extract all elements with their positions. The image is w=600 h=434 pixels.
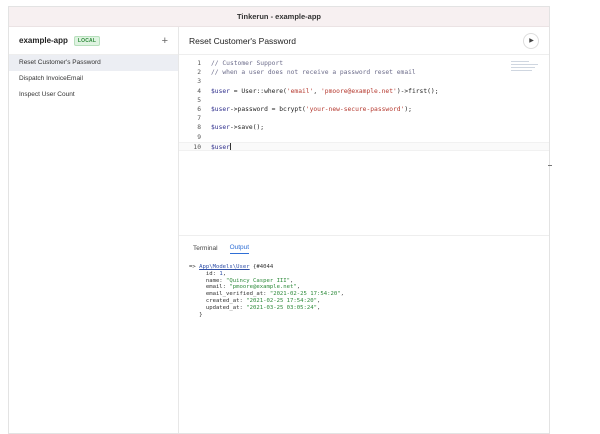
output-token: => — [189, 264, 200, 270]
snippet-title: Reset Customer's Password — [189, 35, 296, 46]
output-token: "pmoore@example.net" — [229, 284, 297, 291]
main-header: Reset Customer's Password ▶ — [179, 27, 549, 55]
sidebar-header: example-app LOCAL + — [9, 27, 178, 55]
output-token: , — [317, 304, 321, 311]
output-tabs: Terminal Output — [179, 236, 549, 254]
code-text: $user — [201, 143, 231, 151]
output-token[interactable]: App\Models\User — [199, 264, 250, 270]
output-line: created_at: "2021-02-25 17:54:20", — [189, 298, 549, 305]
minimap[interactable] — [511, 61, 541, 75]
code-editor[interactable]: 1 // Customer Support 2 // when a user does… — [179, 55, 552, 235]
output-line: email_verified_at: "2021-02-25 17:54:20"… — [189, 291, 549, 298]
code-line[interactable]: 7 — [179, 114, 549, 123]
code-token: = User::where( — [229, 87, 287, 95]
output-content: => App\Models\User {#4044 id: 1, name: "… — [179, 254, 549, 318]
code-line[interactable]: 9 — [179, 133, 549, 142]
app-window: Tinkerun - example-app example-app LOCAL… — [8, 6, 552, 434]
code-token: // when a user does not receive a passwo… — [211, 69, 416, 77]
line-number: 6 — [197, 105, 201, 113]
output-token: updated_at: — [189, 304, 247, 311]
add-snippet-button[interactable]: + — [162, 35, 168, 47]
output-token: email_verified_at: — [189, 291, 270, 298]
output-line: updated_at: "2021-03-25 03:05:24", — [189, 305, 549, 312]
code-token: 'pmoore@example.net' — [320, 87, 397, 95]
output-token: "2021-03-25 03:05:24" — [246, 304, 317, 311]
output-line: email: "pmoore@example.net", — [189, 284, 549, 291]
code-token: $user — [211, 105, 230, 113]
window-title: Tinkerun - example-app — [9, 7, 549, 27]
run-button[interactable]: ▶ — [523, 32, 539, 49]
code-text: $user->save(); — [201, 123, 264, 132]
code-line[interactable]: 4 $user = User::where('email', 'pmoore@ex… — [179, 87, 549, 96]
code-text: $user->password = bcrypt('your-new-secur… — [201, 105, 412, 114]
code-text: // when a user does not receive a passwo… — [201, 68, 416, 77]
code-line[interactable]: 3 — [179, 77, 549, 86]
code-token: ->password = bcrypt( — [229, 105, 306, 113]
text-cursor — [229, 143, 231, 151]
line-number: 5 — [197, 96, 201, 104]
play-icon: ▶ — [529, 38, 534, 44]
code-text: // Customer Support — [201, 59, 283, 68]
output-token: "Quincy Casper III" — [226, 277, 291, 284]
line-number: 1 — [197, 60, 201, 67]
output-line: => App\Models\User {#4044 — [189, 264, 549, 271]
code-line[interactable]: 5 — [179, 96, 549, 105]
line-number: 8 — [197, 124, 201, 132]
output-token: {#4044 — [249, 264, 274, 270]
code-token: ); — [404, 105, 412, 113]
tab-terminal[interactable]: Terminal — [193, 245, 218, 254]
sidebar-item-dispatch-invoice-email[interactable]: Dispatch InvoiceEmail — [9, 71, 178, 87]
line-number: 2 — [197, 69, 201, 77]
line-number: 4 — [197, 87, 201, 95]
line-number: 7 — [197, 115, 201, 123]
scrollbar-marker — [548, 165, 552, 166]
environment-badge: LOCAL — [73, 35, 101, 46]
code-text: $user = User::where('email', 'pmoore@exa… — [201, 87, 439, 96]
app-name: example-app — [19, 36, 68, 45]
code-token: $user — [211, 124, 230, 132]
output-token: "2021-02-25 17:54:20" — [269, 291, 341, 298]
code-line[interactable]: 1 // Customer Support — [179, 59, 549, 68]
output-token: name: — [189, 277, 227, 284]
tab-output[interactable]: Output — [229, 244, 250, 254]
output-token: id: — [189, 270, 220, 277]
output-line: id: 1, — [189, 271, 549, 278]
output-token: , — [296, 284, 301, 291]
sidebar-item-inspect-user-count[interactable]: Inspect User Count — [9, 87, 178, 103]
output-line: name: "Quincy Casper III", — [189, 278, 549, 285]
sidebar-item-reset-password[interactable]: Reset Customer's Password — [9, 55, 178, 71]
sidebar: example-app LOCAL + Reset Customer's Pas… — [9, 27, 179, 433]
code-token: , — [313, 87, 321, 95]
line-number: 10 — [193, 143, 201, 151]
line-number: 9 — [197, 133, 201, 141]
code-token: )->first(); — [396, 87, 439, 95]
output-token: , — [340, 291, 344, 298]
code-line[interactable]: 2 // when a user does not receive a passw… — [179, 68, 549, 77]
code-token: 'email' — [286, 87, 314, 95]
code-line[interactable]: 8 $user->save(); — [179, 123, 549, 132]
output-token: , — [317, 297, 321, 304]
output-token: created_at: — [189, 297, 247, 304]
output-panel: Terminal Output => App\Models\User {#404… — [179, 235, 549, 433]
output-token: , — [222, 270, 227, 277]
code-token: $user — [211, 87, 230, 95]
code-token: // Customer Support — [211, 60, 284, 67]
line-number: 3 — [197, 78, 201, 86]
output-token: "2021-02-25 17:54:20" — [246, 297, 317, 304]
output-token: email: — [189, 284, 230, 291]
output-token: , — [290, 277, 294, 284]
code-token: 'your-new-secure-password' — [305, 105, 405, 113]
main-panel: Reset Customer's Password ▶ 1 // Customer… — [179, 27, 552, 433]
code-line[interactable]: 6 $user->password = bcrypt('your-new-secu… — [179, 105, 549, 114]
code-token: ->save(); — [229, 124, 265, 132]
output-token: } — [189, 311, 203, 318]
output-line: } — [189, 312, 549, 319]
code-token: $user — [211, 143, 230, 151]
code-line[interactable]: 10 $user — [179, 141, 549, 151]
